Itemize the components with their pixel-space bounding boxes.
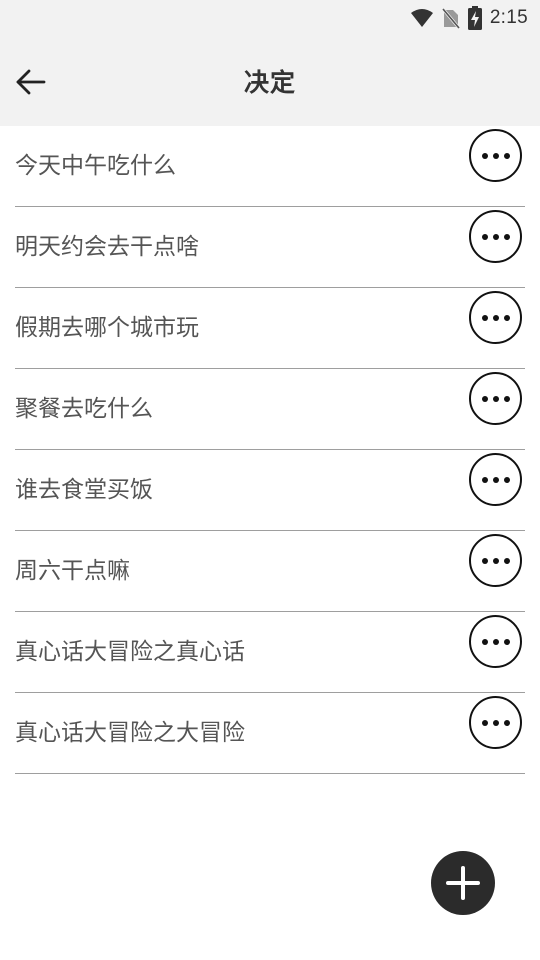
status-bar: 2:15 — [0, 0, 540, 36]
list-item[interactable]: 今天中午吃什么 — [15, 126, 525, 207]
decision-list: 今天中午吃什么 明天约会去干点啥 假期去哪个城市玩 聚餐去吃什么 谁去食堂买饭 周六干点嘛… — [15, 126, 525, 774]
plus-icon — [445, 865, 481, 901]
wifi-icon — [410, 8, 434, 28]
list-item-label: 谁去食堂买饭 — [15, 477, 153, 503]
more-options-button[interactable] — [469, 291, 522, 344]
more-options-button[interactable] — [469, 210, 522, 263]
more-horizontal-icon — [479, 314, 512, 321]
list-item-label: 真心话大冒险之大冒险 — [15, 720, 245, 746]
more-horizontal-icon — [479, 638, 512, 645]
list-item[interactable]: 明天约会去干点啥 — [15, 207, 525, 288]
more-options-button[interactable] — [469, 453, 522, 506]
toolbar: 决定 — [0, 36, 540, 126]
list-item[interactable]: 假期去哪个城市玩 — [15, 288, 525, 369]
list-item[interactable]: 聚餐去吃什么 — [15, 369, 525, 450]
list-item-label: 真心话大冒险之真心话 — [15, 639, 245, 665]
list-item-label: 假期去哪个城市玩 — [15, 315, 199, 341]
list-item[interactable]: 真心话大冒险之大冒险 — [15, 693, 525, 774]
more-options-button[interactable] — [469, 372, 522, 425]
page-title: 决定 — [243, 68, 296, 97]
no-sim-icon — [441, 7, 460, 29]
more-options-button[interactable] — [469, 534, 522, 587]
battery-charging-icon — [467, 6, 482, 30]
more-options-button[interactable] — [469, 696, 522, 749]
list-item[interactable]: 周六干点嘛 — [15, 531, 525, 612]
list-item-label: 聚餐去吃什么 — [15, 396, 153, 422]
screen: 2:15 决定 今天中午吃什么 明天约会去干点啥 假期去哪个城市玩 聚餐去吃什么 谁去食… — [0, 0, 540, 960]
more-horizontal-icon — [479, 719, 512, 726]
status-icons: 2:15 — [402, 6, 528, 30]
more-horizontal-icon — [479, 557, 512, 564]
list-item-label: 周六干点嘛 — [15, 558, 130, 584]
more-horizontal-icon — [479, 476, 512, 483]
list-item-label: 明天约会去干点啥 — [15, 234, 199, 260]
list-item[interactable]: 谁去食堂买饭 — [15, 450, 525, 531]
more-horizontal-icon — [479, 395, 512, 402]
more-options-button[interactable] — [469, 615, 522, 668]
more-options-button[interactable] — [469, 129, 522, 182]
more-horizontal-icon — [479, 152, 512, 159]
list-item[interactable]: 真心话大冒险之真心话 — [15, 612, 525, 693]
list-item-label: 今天中午吃什么 — [15, 153, 176, 179]
status-time: 2:15 — [489, 7, 528, 28]
add-decision-button[interactable] — [431, 851, 495, 915]
app-bar: 2:15 决定 — [0, 0, 540, 126]
more-horizontal-icon — [479, 233, 512, 240]
